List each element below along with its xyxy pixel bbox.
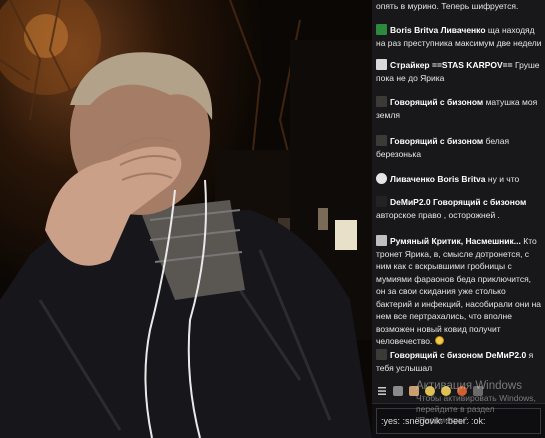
chat-input-area <box>372 403 545 438</box>
emoji-icon[interactable] <box>441 386 451 396</box>
chat-username[interactable]: Страйкер ==STAS KARPOV== <box>390 60 513 70</box>
chat-message: Говорящий с бизоном матушка моя земля <box>376 96 542 121</box>
chat-message: DeMиP2.0 Говорящий с бизоном авторское п… <box>376 196 542 221</box>
chat-mention[interactable]: DeMиP2.0 <box>486 350 527 360</box>
chat-message-text: опять в мурино. Теперь шифруется. <box>376 1 519 11</box>
chat-panel: опять в мурино. Теперь шифруется. Boris … <box>372 0 545 438</box>
chat-username[interactable]: Румяный Критик, Насмешник... <box>390 236 521 246</box>
list-icon[interactable] <box>377 386 387 396</box>
user-avatar-icon <box>376 173 387 184</box>
gift-icon[interactable] <box>409 386 419 396</box>
sticker-icon[interactable] <box>393 386 403 396</box>
chat-mention[interactable]: Говорящий с бизоном <box>433 197 526 207</box>
chat-username[interactable]: Boris Britva <box>390 25 438 35</box>
chat-message: Boris Britva Ливаченко ща находяд на раз… <box>376 24 542 49</box>
chat-message-text: Кто тронет Ярика, в, смысле дотронется, … <box>376 236 541 346</box>
user-avatar-icon <box>376 96 387 107</box>
chat-username[interactable]: DeMиP2.0 <box>390 197 431 207</box>
chat-username[interactable]: Говорящий с бизоном <box>390 350 483 360</box>
chat-message: Говорящий с бизоном белая березонька <box>376 135 542 160</box>
chat-message: опять в мурино. Теперь шифруется. <box>376 0 542 13</box>
chat-message: Говорящий с бизоном DeMиP2.0 я тебя услы… <box>376 349 542 374</box>
chat-input[interactable] <box>376 408 541 434</box>
chat-message-text: ну и что <box>487 174 520 184</box>
chat-message: Румяный Критик, Насмешник... Кто тронет … <box>376 235 542 348</box>
chat-message: Ливаченко Boris Britva ну и что <box>376 173 542 186</box>
chat-username[interactable]: Говорящий с бизоном <box>390 97 483 107</box>
chat-username[interactable]: Говорящий с бизоном <box>390 136 483 146</box>
chat-message-text: авторское право , осторожней . <box>376 209 500 220</box>
stream-video[interactable] <box>0 0 372 438</box>
user-avatar-icon <box>376 135 387 146</box>
chat-mention[interactable]: Boris Britva <box>437 174 485 184</box>
chat-message: Страйкер ==STAS KARPOV== Груше пока не д… <box>376 59 542 84</box>
user-avatar-icon <box>376 59 387 70</box>
chat-username[interactable]: Ливаченко <box>390 174 435 184</box>
user-avatar-icon <box>376 349 387 360</box>
user-avatar-icon <box>376 196 387 207</box>
smile-emote-icon <box>434 336 444 345</box>
video-frame <box>0 0 372 438</box>
user-badge-icon <box>376 24 387 35</box>
chat-toolbar <box>372 380 545 402</box>
user-avatar-icon <box>376 235 387 246</box>
settings-icon[interactable] <box>473 386 483 396</box>
emoji-icon[interactable] <box>457 386 467 396</box>
emoji-icon[interactable] <box>425 386 435 396</box>
chat-mention[interactable]: Ливаченко <box>441 25 486 35</box>
